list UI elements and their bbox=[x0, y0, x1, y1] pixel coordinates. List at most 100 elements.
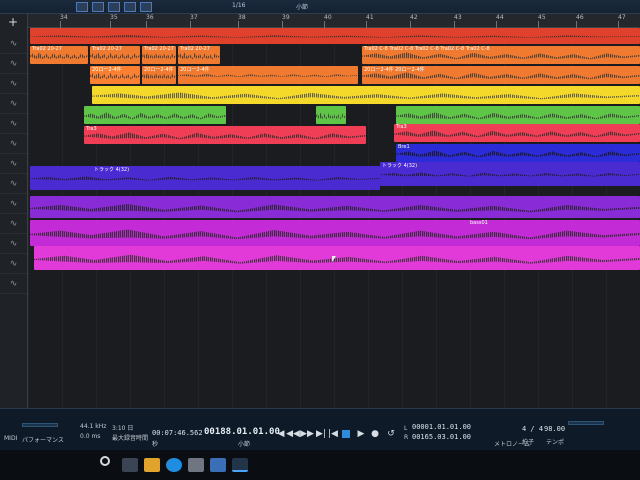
ruler-bar-number: 41 bbox=[366, 14, 374, 21]
time-signature-label: 拍子 bbox=[522, 439, 535, 446]
split-icon[interactable] bbox=[124, 2, 136, 12]
performance-monitor[interactable]: パフォーマンス bbox=[22, 435, 64, 444]
stop-icon[interactable] bbox=[342, 430, 350, 438]
clip-label: Tra3 bbox=[396, 124, 407, 130]
ruler-bar-number: 35 bbox=[110, 14, 118, 21]
record-time-label: 最大録音時間 bbox=[112, 435, 149, 442]
audio-clip[interactable]: トラック 4(32) bbox=[380, 162, 640, 186]
studio-one-icon[interactable] bbox=[232, 458, 248, 472]
clip-label: Tra02 20-27 bbox=[32, 46, 62, 52]
waveform-icon[interactable]: ∿ bbox=[0, 234, 27, 254]
ruler-bar-number: 40 bbox=[324, 14, 332, 21]
record-icon[interactable]: ● bbox=[370, 429, 380, 439]
audio-clip[interactable]: Tra02 20-27 bbox=[178, 46, 220, 64]
pencil-icon[interactable] bbox=[92, 2, 104, 12]
waveform-icon[interactable]: ∿ bbox=[0, 174, 27, 194]
waveform-icon[interactable]: ∿ bbox=[0, 154, 27, 174]
toolbar: 1/16 小節 bbox=[0, 0, 640, 14]
edge-icon[interactable] bbox=[166, 458, 182, 472]
eraser-icon[interactable] bbox=[108, 2, 120, 12]
ruler-bar-number: 36 bbox=[146, 14, 154, 21]
audio-clip[interactable]: bass01 bbox=[30, 220, 640, 246]
record-time: 3:10 日 bbox=[112, 425, 134, 432]
track-list: + ∿ ∿ ∿ ∿ ∿ ∿ ∿ ∿ ∿ ∿ ∿ ∿ ∿ bbox=[0, 14, 28, 450]
audio-clip[interactable]: Tra3 bbox=[84, 126, 366, 144]
audio-clip[interactable] bbox=[396, 106, 640, 124]
file-explorer-icon[interactable] bbox=[144, 458, 160, 472]
task-view-icon[interactable] bbox=[122, 458, 138, 472]
waveform-icon[interactable]: ∿ bbox=[0, 194, 27, 214]
audio-clip[interactable]: Bre1 bbox=[396, 144, 640, 162]
taskbar bbox=[0, 450, 640, 480]
timeline-ruler[interactable]: 34 35 36 37 38 39 40 41 42 43 44 45 46 4… bbox=[28, 14, 640, 28]
audio-clip[interactable]: 20ロー2-4件 20ロー2-4件 bbox=[362, 66, 640, 84]
ruler-bar-number: 44 bbox=[496, 14, 504, 21]
audio-clip[interactable]: Tra02 20-27 bbox=[90, 46, 140, 64]
audio-clip[interactable] bbox=[84, 106, 226, 124]
audio-clip[interactable]: トラック 4(32) bbox=[30, 166, 380, 190]
position-display[interactable]: 00188.01.01.00 bbox=[204, 427, 280, 437]
loop-left-label: L bbox=[404, 425, 408, 432]
add-track-button[interactable]: + bbox=[3, 15, 23, 29]
return-to-zero-icon[interactable]: ◀ bbox=[276, 429, 286, 439]
quantize-value[interactable]: 1/16 bbox=[232, 2, 245, 9]
waveform-icon[interactable]: ∿ bbox=[0, 254, 27, 274]
audio-clip[interactable] bbox=[316, 106, 346, 124]
rewind-icon[interactable]: ◀◀ bbox=[286, 429, 300, 439]
waveform-icon[interactable]: ∿ bbox=[0, 214, 27, 234]
timebase-mode[interactable]: 小節 bbox=[296, 2, 308, 11]
clip-label: トラック 4(32) bbox=[382, 163, 418, 169]
ruler-bar-number: 34 bbox=[60, 14, 68, 21]
sample-rate: 44.1 kHz bbox=[80, 423, 107, 430]
time-display[interactable]: 00:07:46.562 bbox=[152, 429, 203, 437]
go-to-end-icon[interactable]: ▶| bbox=[316, 429, 326, 439]
ruler-bar-number: 39 bbox=[282, 14, 290, 21]
midi-indicator[interactable]: MIDI bbox=[4, 435, 17, 442]
time-unit: 秒 bbox=[152, 441, 159, 448]
ruler-bar-number: 46 bbox=[576, 14, 584, 21]
waveform-icon[interactable]: ∿ bbox=[0, 114, 27, 134]
clip-label: Tra02 20-27 bbox=[144, 46, 174, 52]
audio-clip[interactable] bbox=[34, 246, 640, 270]
fast-forward-icon[interactable]: ▶▶ bbox=[300, 429, 314, 439]
loop-right-label: R bbox=[404, 434, 409, 441]
audio-clip[interactable]: Tra02 20-27 bbox=[142, 46, 176, 64]
loop-icon[interactable]: ↺ bbox=[386, 429, 396, 439]
audio-clip[interactable]: 20ロー2-4件 bbox=[178, 66, 358, 84]
arrange-view[interactable] bbox=[28, 28, 640, 408]
clip-label: 20ロー2-4件 bbox=[144, 67, 174, 73]
transport-bar: MIDI パフォーマンス 44.1 kHz 0.0 ms 3:10 日 最大録音… bbox=[0, 408, 640, 450]
performance-meter bbox=[22, 423, 58, 427]
audio-clip[interactable]: Tra02 C-8 Tra02 C-8 Tra02 C-8 Tra02 C-8 … bbox=[362, 46, 640, 64]
photos-icon[interactable] bbox=[210, 458, 226, 472]
loop-end-value[interactable]: 00165.03.01.00 bbox=[412, 433, 471, 441]
audio-clip[interactable] bbox=[30, 28, 640, 44]
waveform-icon[interactable]: ∿ bbox=[0, 74, 27, 94]
clip-label: bass01 bbox=[470, 220, 488, 226]
waveform-icon[interactable]: ∿ bbox=[0, 134, 27, 154]
waveform-icon[interactable]: ∿ bbox=[0, 54, 27, 74]
mute-icon[interactable] bbox=[140, 2, 152, 12]
audio-clip[interactable] bbox=[30, 196, 640, 218]
audio-clip[interactable]: 20ロー2-4件 bbox=[90, 66, 140, 84]
clip-label: トラック 4(32) bbox=[94, 167, 130, 173]
ruler-bar-number: 47 bbox=[618, 14, 626, 21]
arrow-tool-icon[interactable] bbox=[76, 2, 88, 12]
audio-clip[interactable]: 20ロー2-4件 bbox=[142, 66, 176, 84]
position-unit: 小節 bbox=[238, 441, 251, 448]
loop-start-value[interactable]: 00001.01.01.00 bbox=[412, 423, 471, 431]
loop-start-icon[interactable]: |◀ bbox=[328, 429, 338, 439]
store-icon[interactable] bbox=[188, 458, 204, 472]
clip-label: 20ロー2-4件 20ロー2-4件 bbox=[364, 67, 425, 73]
waveform-icon[interactable]: ∿ bbox=[0, 274, 27, 294]
audio-clip[interactable] bbox=[92, 86, 640, 104]
time-signature[interactable]: 4 / 4 bbox=[522, 425, 543, 433]
audio-clip[interactable]: Tra02 20-27 bbox=[30, 46, 88, 64]
ruler-bar-number: 38 bbox=[238, 14, 246, 21]
play-icon[interactable]: ▶ bbox=[356, 429, 366, 439]
audio-clip[interactable]: Tra3 bbox=[394, 124, 640, 142]
waveform-icon[interactable]: ∿ bbox=[0, 94, 27, 114]
search-icon[interactable] bbox=[100, 456, 110, 466]
tempo-value[interactable]: 98.00 bbox=[544, 425, 565, 433]
waveform-icon[interactable]: ∿ bbox=[0, 34, 27, 54]
